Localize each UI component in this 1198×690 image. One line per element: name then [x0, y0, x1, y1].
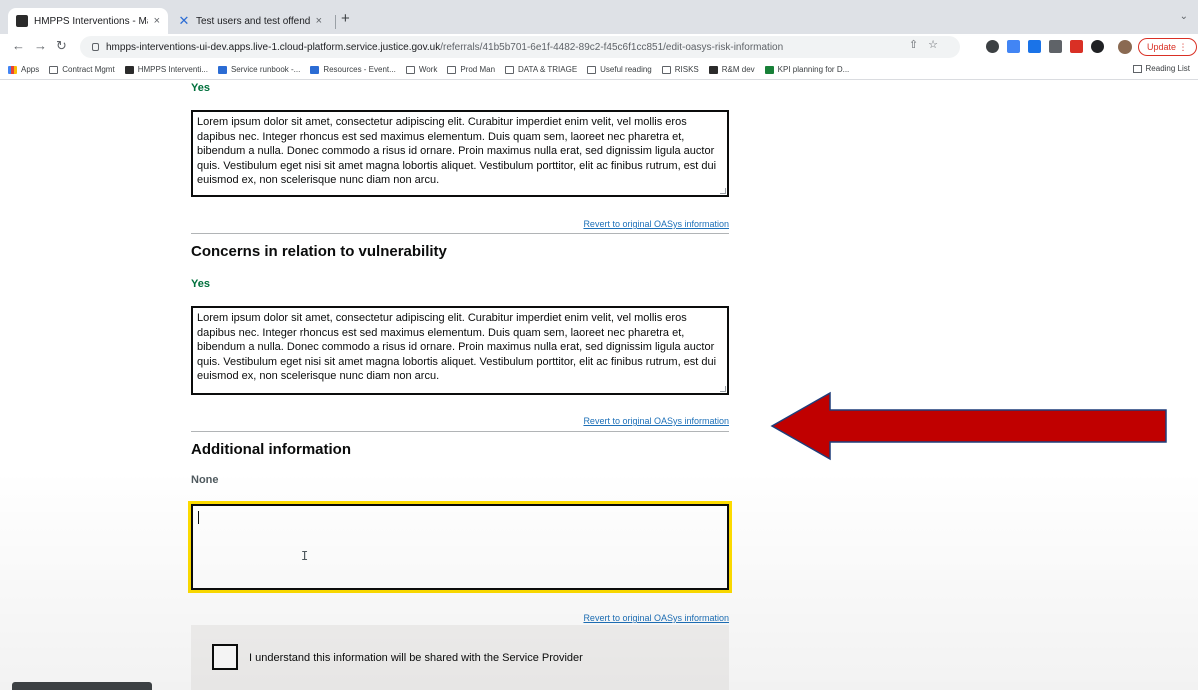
- omnibox-actions: ⇧ ☆: [909, 38, 938, 51]
- profile-avatar[interactable]: [1118, 40, 1132, 54]
- bookmark-label: Useful reading: [600, 65, 652, 74]
- extensions-bar: [986, 40, 1104, 53]
- reading-list-label: Reading List: [1145, 64, 1190, 73]
- extension-drive-icon[interactable]: [1028, 40, 1041, 53]
- folder-icon: [447, 65, 457, 74]
- folder-icon: [49, 65, 59, 74]
- confluence-favicon-icon: ✕: [178, 13, 190, 28]
- section1-textarea[interactable]: Lorem ipsum dolor sit amet, consectetur …: [191, 110, 729, 197]
- section1-text: Lorem ipsum dolor sit amet, consectetur …: [197, 116, 717, 186]
- text-caret: [198, 511, 199, 524]
- tab-search-chevron-icon[interactable]: ⌄: [1180, 11, 1188, 22]
- bookmark-work[interactable]: Work: [405, 65, 438, 74]
- bookmark-label: Service runbook -...: [230, 65, 301, 74]
- section2-text: Lorem ipsum dolor sit amet, consectetur …: [197, 312, 717, 382]
- extensions-puzzle-icon[interactable]: [1091, 40, 1104, 53]
- section1-revert-link[interactable]: Revert to original OASys information: [583, 219, 729, 229]
- folder-icon: [505, 65, 515, 74]
- bookmarks-bar: Apps Contract Mgmt HMPPS Interventi... S…: [0, 60, 1198, 80]
- tab-strip: HMPPS Interventions - Make a × ✕ Test us…: [0, 6, 1198, 34]
- update-button[interactable]: Update ⋮: [1138, 38, 1197, 56]
- address-bar[interactable]: hmpps-interventions-ui-dev.apps.live-1.c…: [80, 36, 960, 58]
- browser-toolbar: ← → ↻ hmpps-interventions-ui-dev.apps.li…: [0, 34, 1198, 60]
- lock-icon[interactable]: [92, 43, 99, 51]
- confluence-icon: [217, 65, 227, 74]
- reading-list-icon: [1132, 64, 1142, 73]
- bookmark-label: R&M dev: [721, 65, 755, 74]
- section2-textarea[interactable]: Lorem ipsum dolor sit amet, consectetur …: [191, 306, 729, 395]
- tab-close-icon[interactable]: ×: [316, 15, 322, 27]
- bookmark-contract-mgmt[interactable]: Contract Mgmt: [49, 65, 115, 74]
- section3-textarea[interactable]: I: [191, 504, 729, 590]
- confirm-checkbox[interactable]: [212, 644, 238, 670]
- section3-heading: Additional information: [191, 441, 351, 458]
- reading-list-button[interactable]: Reading List: [1132, 64, 1190, 73]
- reload-icon[interactable]: ↻: [56, 38, 67, 54]
- ibeam-cursor-icon: I: [301, 549, 309, 563]
- hmpps-favicon-icon: [16, 15, 28, 27]
- section2-heading: Concerns in relation to vulnerability: [191, 243, 447, 260]
- tab-test-users[interactable]: ✕ Test users and test offenders ×: [170, 8, 330, 34]
- annotation-arrow-icon: [770, 391, 1167, 461]
- bookmark-kpi-planning[interactable]: KPI planning for D...: [764, 65, 850, 74]
- bookmark-label: KPI planning for D...: [777, 65, 850, 74]
- confirmation-panel: I understand this information will be sh…: [191, 625, 729, 690]
- tab-hmpps-interventions[interactable]: HMPPS Interventions - Make a ×: [8, 8, 168, 34]
- trello-icon: [310, 65, 320, 74]
- bookmark-data-triage[interactable]: DATA & TRIAGE: [505, 65, 577, 74]
- extension-badge-icon[interactable]: [1070, 40, 1083, 53]
- confirm-checkbox-label[interactable]: I understand this information will be sh…: [249, 652, 583, 664]
- extension-1-icon[interactable]: [986, 40, 999, 53]
- bookmark-label: RISKS: [674, 65, 699, 74]
- hmpps-favicon-icon: [124, 65, 134, 74]
- bookmark-resources[interactable]: Resources - Event...: [310, 65, 396, 74]
- folder-icon: [587, 65, 597, 74]
- resize-handle-icon[interactable]: [720, 386, 726, 392]
- section2-answer: Yes: [191, 278, 210, 290]
- bookmark-hmpps[interactable]: HMPPS Interventi...: [124, 65, 208, 74]
- url-path: /referrals/41b5b701-6e1f-4482-89c2-f45c6…: [440, 41, 784, 53]
- bookmark-label: DATA & TRIAGE: [518, 65, 578, 74]
- tab-separator: [335, 15, 336, 29]
- section3-revert-link[interactable]: Revert to original OASys information: [583, 613, 729, 623]
- tab-title: Test users and test offenders: [196, 15, 310, 27]
- folder-icon: [405, 65, 415, 74]
- hmpps-favicon-icon: [708, 65, 718, 74]
- section-divider: [191, 431, 729, 432]
- bookmark-label: Resources - Event...: [323, 65, 396, 74]
- new-tab-button[interactable]: +: [341, 10, 350, 27]
- resize-handle-icon[interactable]: [720, 188, 726, 194]
- section3-answer: None: [191, 474, 219, 486]
- bookmark-label: Contract Mgmt: [62, 65, 115, 74]
- bookmark-prod-man[interactable]: Prod Man: [447, 65, 495, 74]
- bookmark-apps[interactable]: Apps: [8, 65, 39, 74]
- bookmark-label: Apps: [21, 65, 40, 74]
- update-label: Update: [1147, 42, 1177, 52]
- section2-revert-link[interactable]: Revert to original OASys information: [583, 416, 729, 426]
- bookmark-risks[interactable]: RISKS: [661, 65, 699, 74]
- tab-title: HMPPS Interventions - Make a: [34, 15, 148, 27]
- bookmark-label: Work: [418, 65, 438, 74]
- bookmark-label: Prod Man: [460, 65, 496, 74]
- extension-calendar-icon[interactable]: [1007, 40, 1020, 53]
- bookmark-star-icon[interactable]: ☆: [928, 38, 938, 51]
- tab-close-icon[interactable]: ×: [154, 15, 160, 27]
- section1-answer: Yes: [191, 82, 210, 94]
- forward-arrow-icon[interactable]: →: [34, 38, 47, 53]
- bookmark-useful-reading[interactable]: Useful reading: [587, 65, 652, 74]
- share-icon[interactable]: ⇧: [909, 38, 918, 51]
- section-divider: [191, 233, 729, 234]
- page-content: Yes Lorem ipsum dolor sit amet, consecte…: [0, 81, 1198, 690]
- folder-icon: [661, 65, 671, 74]
- video-controls-bar: [12, 682, 152, 690]
- extension-3-icon[interactable]: [1049, 40, 1062, 53]
- url-host: hmpps-interventions-ui-dev.apps.live-1.c…: [106, 41, 441, 53]
- bookmark-label: HMPPS Interventi...: [137, 65, 208, 74]
- back-arrow-icon[interactable]: ←: [12, 38, 25, 53]
- bookmark-service-runbook[interactable]: Service runbook -...: [217, 65, 301, 74]
- sheets-icon: [764, 65, 774, 74]
- apps-grid-icon: [8, 65, 17, 74]
- bookmark-rm-dev[interactable]: R&M dev: [708, 65, 755, 74]
